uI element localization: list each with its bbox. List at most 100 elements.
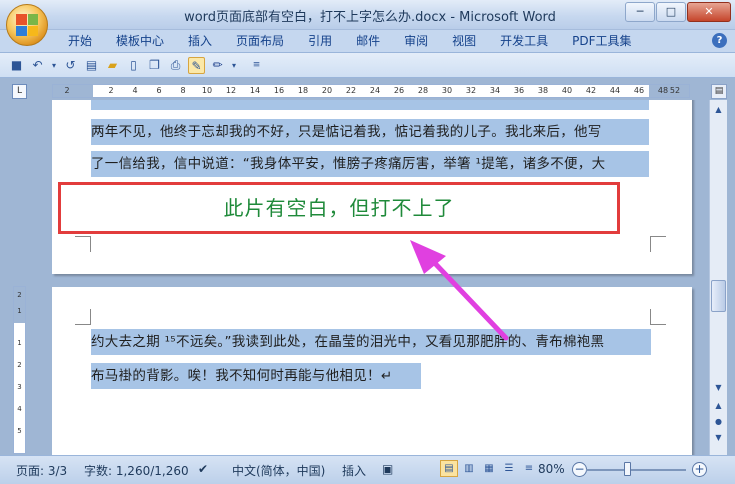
selected-text-partial[interactable] <box>91 100 649 110</box>
ruler-tick: 22 <box>345 86 357 95</box>
text-line[interactable]: 两年不见，他终于忘却我的不好，只是惦记着我，惦记着我的儿子。我北来后，他写 <box>91 119 649 145</box>
print-preview-icon[interactable]: ▤ <box>83 57 100 74</box>
zoom-slider[interactable] <box>586 469 686 471</box>
crop-mark <box>650 309 666 325</box>
draft-view-icon[interactable]: ≡ <box>520 460 538 477</box>
zoom-out-button[interactable]: − <box>572 462 587 477</box>
page-2[interactable]: 约大去之期 ¹⁵不远矣。”我读到此处，在晶莹的泪光中，又看见那肥胖的、青布棉袍黑… <box>52 287 692 455</box>
ruler-tick: 36 <box>513 86 525 95</box>
ruler-tick: 26 <box>393 86 405 95</box>
copy-icon[interactable]: ❐ <box>146 57 163 74</box>
zoom-level[interactable]: 80% <box>538 462 565 476</box>
vruler-tick: 5 <box>17 427 22 435</box>
view-buttons: ▤ ▥ ▦ ☰ ≡ <box>440 460 538 477</box>
tab-template-center[interactable]: 模板中心 <box>104 32 176 50</box>
office-button[interactable] <box>6 4 48 46</box>
draw-table-icon[interactable]: ✎ <box>188 57 205 74</box>
proofing-icon[interactable]: ✔ <box>198 462 208 476</box>
insert-mode[interactable]: 插入 <box>342 462 366 479</box>
ruler-tick: 30 <box>441 86 453 95</box>
undo-icon[interactable]: ↶ <box>29 57 46 74</box>
full-screen-reading-icon[interactable]: ▥ <box>460 460 478 477</box>
window-controls: ─ □ ✕ <box>625 2 731 22</box>
ruler-tick: 52 <box>669 86 681 95</box>
vertical-ruler[interactable]: 2 1 1 2 3 4 5 <box>13 286 26 454</box>
customize-toolbar-icon[interactable]: ≡ <box>248 57 265 74</box>
zoom-slider-thumb[interactable] <box>624 462 631 476</box>
office-logo-icon <box>16 14 38 36</box>
text-line[interactable]: 约大去之期 ¹⁵不远矣。”我读到此处，在晶莹的泪光中，又看见那肥胖的、青布棉袍黑 <box>91 329 651 355</box>
view-ruler-icon[interactable]: ▤ <box>711 84 727 99</box>
page-count[interactable]: 页面: 3/3 <box>16 462 67 479</box>
quick-access-toolbar: ■ ↶ ▾ ↺ ▤ ▰ ▯ ❐ ⎙ ✎ ✏ ▾ ≡ <box>0 52 735 78</box>
print-icon[interactable]: ⎙ <box>167 57 184 74</box>
document-area[interactable]: 两年不见，他终于忘却我的不好，只是惦记着我，惦记着我的儿子。我北来后，他写 了一… <box>30 100 707 455</box>
undo-dropdown-icon[interactable]: ▾ <box>50 57 58 74</box>
word-count[interactable]: 字数: 1,260/1,260 <box>84 462 189 479</box>
vruler-tick: 1 <box>17 339 22 347</box>
save-icon[interactable]: ■ <box>8 57 25 74</box>
ruler-tick: 46 <box>633 86 645 95</box>
tab-page-layout[interactable]: 页面布局 <box>224 32 296 50</box>
crop-mark <box>75 236 91 252</box>
redo-icon[interactable]: ↺ <box>62 57 79 74</box>
ruler-tick: 20 <box>321 86 333 95</box>
ruler-tick: 6 <box>156 86 162 95</box>
title-bar: word页面底部有空白，打不上字怎么办.docx - Microsoft Wor… <box>0 0 735 30</box>
tab-insert[interactable]: 插入 <box>176 32 224 50</box>
highlight-color-icon[interactable]: ✏ <box>209 57 226 74</box>
tab-selector[interactable]: L <box>12 84 27 99</box>
ruler-tick: 42 <box>585 86 597 95</box>
tab-developer[interactable]: 开发工具 <box>488 32 560 50</box>
text-line[interactable]: 了一信给我，信中说道：“我身体平安，惟膀子疼痛厉害，举箸 ¹提笔，诸多不便，大 <box>91 151 649 177</box>
open-folder-icon[interactable]: ▰ <box>104 57 121 74</box>
ruler-tick: 4 <box>132 86 138 95</box>
maximize-button[interactable]: □ <box>656 2 686 22</box>
vruler-tick: 4 <box>17 405 22 413</box>
ruler-tick: 16 <box>273 86 285 95</box>
language-status[interactable]: 中文(简体，中国) <box>232 462 325 479</box>
tab-references[interactable]: 引用 <box>296 32 344 50</box>
ruler-tick: 2 <box>108 86 114 95</box>
ruler-tick: 8 <box>180 86 186 95</box>
vertical-scrollbar[interactable]: ▲ ▼ ▲ ● ▼ <box>709 100 727 455</box>
tab-home[interactable]: 开始 <box>56 32 104 50</box>
next-page-icon[interactable]: ▼ <box>711 430 726 445</box>
ruler-tick: 10 <box>201 86 213 95</box>
window-title: word页面底部有空白，打不上字怎么办.docx - Microsoft Wor… <box>184 10 556 25</box>
scroll-thumb[interactable] <box>711 280 726 312</box>
highlight-dropdown-icon[interactable]: ▾ <box>230 57 238 74</box>
ruler-tick: 2 <box>64 86 70 95</box>
previous-page-icon[interactable]: ▲ <box>711 398 726 413</box>
vruler-tick: 3 <box>17 383 22 391</box>
tab-pdf-tools[interactable]: PDF工具集 <box>560 32 643 50</box>
macro-recording-icon[interactable]: ▣ <box>382 462 393 476</box>
minimize-button[interactable]: ─ <box>625 2 655 22</box>
ruler-tick: 28 <box>417 86 429 95</box>
ruler-tick: 38 <box>537 86 549 95</box>
zoom-in-button[interactable]: + <box>692 462 707 477</box>
tab-review[interactable]: 审阅 <box>392 32 440 50</box>
help-icon[interactable]: ? <box>712 33 727 48</box>
web-layout-icon[interactable]: ▦ <box>480 460 498 477</box>
close-button[interactable]: ✕ <box>687 2 731 22</box>
tab-view[interactable]: 视图 <box>440 32 488 50</box>
ruler-tick: 32 <box>465 86 477 95</box>
annotation-callout: 此片有空白，但打不上了 <box>58 182 620 234</box>
horizontal-ruler[interactable]: 2 2 4 6 8 10 12 14 16 18 20 22 24 26 28 … <box>52 84 690 98</box>
vruler-tick: 2 <box>17 361 22 369</box>
crop-mark <box>75 309 91 325</box>
ruler-tick: 24 <box>369 86 381 95</box>
scroll-up-icon[interactable]: ▲ <box>711 102 726 117</box>
print-layout-view-icon[interactable]: ▤ <box>440 460 458 477</box>
new-document-icon[interactable]: ▯ <box>125 57 142 74</box>
scroll-down-icon[interactable]: ▼ <box>711 380 726 395</box>
ruler-tick: 18 <box>297 86 309 95</box>
ruler-tick: 34 <box>489 86 501 95</box>
select-browse-object-icon[interactable]: ● <box>711 414 726 429</box>
text-line[interactable]: 布马褂的背影。唉！我不知何时再能与他相见！↵ <box>91 363 421 389</box>
ruler-tick: 14 <box>249 86 261 95</box>
crop-mark <box>650 236 666 252</box>
tab-mailings[interactable]: 邮件 <box>344 32 392 50</box>
outline-view-icon[interactable]: ☰ <box>500 460 518 477</box>
